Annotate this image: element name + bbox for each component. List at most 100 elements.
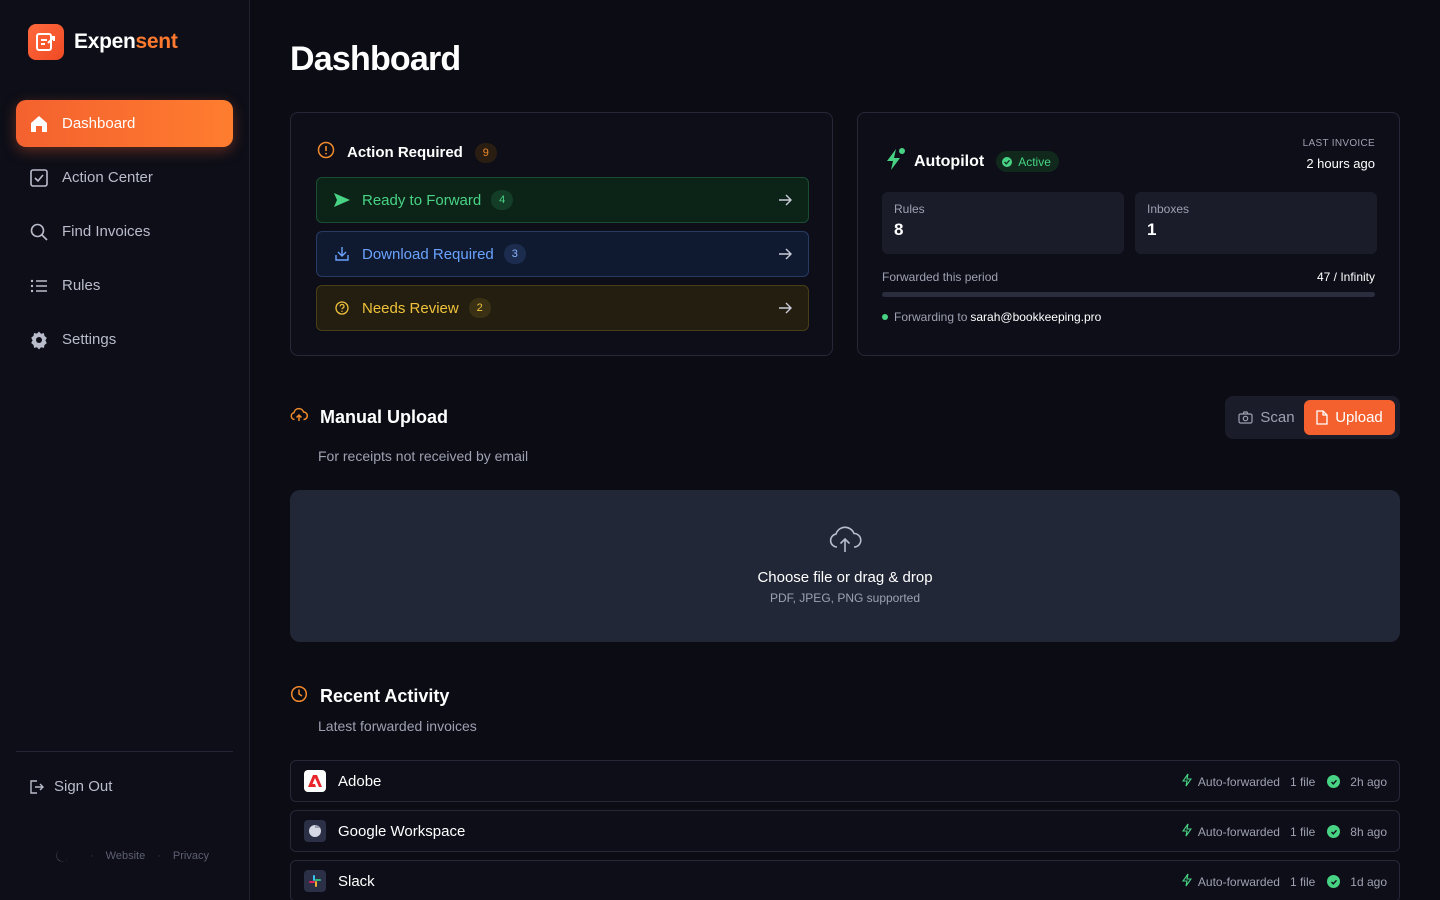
scan-button[interactable]: Scan	[1229, 400, 1304, 435]
list-icon	[28, 275, 50, 297]
file-icon	[1316, 410, 1328, 425]
activity-time: 8h ago	[1350, 824, 1387, 839]
sidebar-item-label: Rules	[62, 277, 101, 294]
activity-row[interactable]: Adobe Auto-forwarded 1 file 2h ago	[290, 760, 1400, 802]
needs-review-count: 2	[468, 298, 491, 318]
upload-label: Upload	[1335, 409, 1383, 426]
autopilot-title: Autopilot	[914, 152, 985, 170]
upload-mode-toggle: Scan Upload	[1225, 396, 1400, 439]
rules-stat[interactable]: Rules 8	[882, 192, 1124, 254]
autopilot-header: Autopilot Active	[884, 147, 1059, 176]
cloud-upload-icon	[290, 407, 309, 428]
action-required-card: Action Required 9 Ready to Forward 4 Dow…	[290, 112, 833, 356]
vendor-name: Google Workspace	[338, 822, 466, 840]
sidebar-item-label: Dashboard	[62, 115, 136, 132]
upload-button[interactable]: Upload	[1304, 400, 1395, 435]
camera-icon	[1238, 411, 1253, 424]
dropzone-title: Choose file or drag & drop	[757, 569, 933, 586]
manual-upload-subtitle: For receipts not received by email	[318, 448, 529, 464]
sign-out-label: Sign Out	[54, 778, 113, 795]
sidebar-item-settings[interactable]: Settings	[16, 316, 233, 363]
forwarding-to-label: Forwarding to	[894, 310, 968, 324]
arrow-right-icon	[778, 247, 792, 265]
arrow-right-icon	[778, 193, 792, 211]
activity-row[interactable]: Google Workspace Auto-forwarded 1 file 8…	[290, 810, 1400, 852]
status-dot	[882, 314, 888, 320]
expensent-logo-icon	[28, 24, 64, 60]
sidebar-item-rules[interactable]: Rules	[16, 262, 233, 309]
sidebar-item-find-invoices[interactable]: Find Invoices	[16, 208, 233, 255]
forwarding-email: sarah@bookkeeping.pro	[970, 310, 1102, 324]
file-dropzone[interactable]: Choose file or drag & drop PDF, JPEG, PN…	[290, 490, 1400, 642]
google-workspace-icon	[304, 820, 326, 842]
action-required-title: Action Required	[347, 144, 463, 161]
brand-name: Expensent	[74, 30, 178, 53]
manual-upload-title: Manual Upload	[320, 407, 449, 427]
sidebar-item-action-center[interactable]: Action Center	[16, 154, 233, 201]
sidebar-item-label: Action Center	[62, 169, 153, 186]
arrow-right-icon	[778, 301, 792, 319]
status-label: Active	[1018, 154, 1051, 169]
download-icon	[332, 246, 352, 262]
ready-to-forward-row[interactable]: Ready to Forward 4	[316, 177, 809, 223]
inboxes-stat[interactable]: Inboxes 1	[1135, 192, 1377, 254]
ready-to-forward-label: Ready to Forward	[362, 191, 482, 209]
moon-icon[interactable]	[52, 846, 72, 866]
activity-time: 1d ago	[1350, 874, 1387, 889]
download-required-row[interactable]: Download Required 3	[316, 231, 809, 277]
forwarded-progress-bar	[882, 292, 1375, 297]
activity-row[interactable]: Slack Auto-forwarded 1 file 1d ago	[290, 860, 1400, 900]
forwarding-to: Forwarding to sarah@bookkeeping.pro	[882, 310, 1101, 324]
sidebar-divider	[16, 751, 233, 752]
lightning-icon	[1181, 773, 1192, 790]
recent-activity-subtitle: Latest forwarded invoices	[318, 718, 477, 734]
adobe-icon	[304, 770, 326, 792]
scan-label: Scan	[1260, 409, 1295, 426]
sidebar-item-label: Settings	[62, 331, 117, 348]
home-icon	[28, 113, 50, 135]
sidebar-item-dashboard[interactable]: Dashboard	[16, 100, 233, 147]
check-circle-icon	[1327, 875, 1341, 888]
activity-meta: Auto-forwarded 1 file 8h ago	[1181, 823, 1387, 840]
inboxes-stat-label: Inboxes	[1147, 202, 1190, 216]
website-link[interactable]: Website	[106, 850, 146, 862]
sign-out-icon	[28, 779, 44, 795]
download-required-label: Download Required	[362, 245, 494, 263]
activity-meta: Auto-forwarded 1 file 2h ago	[1181, 773, 1387, 790]
separator-dot: ·	[157, 850, 161, 862]
activity-meta: Auto-forwarded 1 file 1d ago	[1181, 873, 1387, 890]
ready-to-forward-count: 4	[491, 190, 514, 210]
check-circle-icon	[1327, 825, 1341, 838]
activity-status: Auto-forwarded	[1197, 824, 1280, 839]
activity-status: Auto-forwarded	[1197, 874, 1280, 889]
lightning-icon	[1181, 823, 1192, 840]
activity-time: 2h ago	[1350, 774, 1387, 789]
search-icon	[28, 221, 50, 243]
sidebar: Expensent Dashboard Action Center Find I…	[0, 0, 250, 900]
send-icon	[332, 192, 352, 208]
forwarded-value: 47 / Infinity	[1316, 270, 1375, 284]
needs-review-label: Needs Review	[362, 299, 459, 317]
sign-out-button[interactable]: Sign Out	[28, 778, 112, 795]
brand[interactable]: Expensent	[28, 24, 178, 60]
privacy-link[interactable]: Privacy	[173, 850, 209, 862]
sidebar-nav: Dashboard Action Center Find Invoices Ru…	[16, 100, 233, 370]
recent-activity-title: Recent Activity	[320, 686, 450, 706]
action-required-count: 9	[474, 142, 497, 163]
action-required-header: Action Required 9	[317, 141, 497, 164]
forwarded-label: Forwarded this period	[882, 270, 999, 284]
slack-icon	[304, 870, 326, 892]
page-title: Dashboard	[290, 40, 461, 78]
status-badge: Active	[996, 151, 1059, 172]
activity-files: 1 file	[1289, 774, 1316, 789]
vendor-name: Slack	[338, 872, 375, 890]
check-circle-icon	[1002, 156, 1013, 167]
alert-circle-icon	[317, 141, 335, 164]
last-invoice: LAST INVOICE 2 hours ago	[1303, 138, 1375, 171]
manual-upload-header: Manual Upload	[290, 407, 448, 428]
vendor-name: Adobe	[338, 772, 382, 790]
needs-review-row[interactable]: Needs Review 2	[316, 285, 809, 331]
checkbox-icon	[28, 167, 50, 189]
clock-icon	[290, 685, 308, 708]
lightning-icon	[884, 147, 906, 176]
